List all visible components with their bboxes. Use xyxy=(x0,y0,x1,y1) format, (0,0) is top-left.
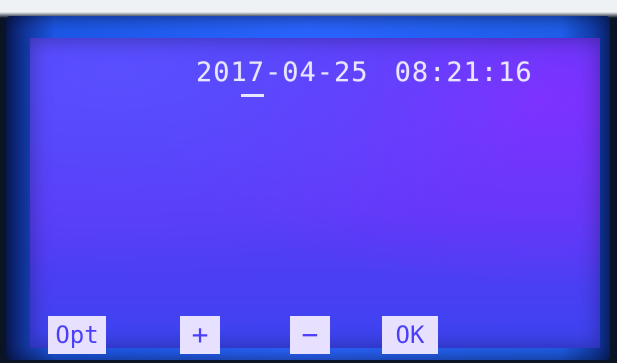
softkey-bar: Opt + − OK xyxy=(48,316,608,356)
device-frame: 2017-04-25 08:21:16 Opt + − OK xyxy=(0,0,617,363)
decrement-button[interactable]: − xyxy=(290,316,330,354)
ok-button[interactable]: OK xyxy=(382,316,438,354)
datetime-display: 2017-04-25 08:21:16 xyxy=(196,57,566,97)
increment-button[interactable]: + xyxy=(180,316,220,354)
edit-cursor-underline xyxy=(241,94,264,97)
lcd-bezel: 2017-04-25 08:21:16 Opt + − OK xyxy=(6,16,610,360)
lcd-screen: 2017-04-25 08:21:16 Opt + − OK xyxy=(30,38,600,354)
time-text: 08:21:16 xyxy=(394,57,533,88)
date-text: 2017-04-25 xyxy=(196,57,369,88)
opt-button[interactable]: Opt xyxy=(48,316,106,354)
